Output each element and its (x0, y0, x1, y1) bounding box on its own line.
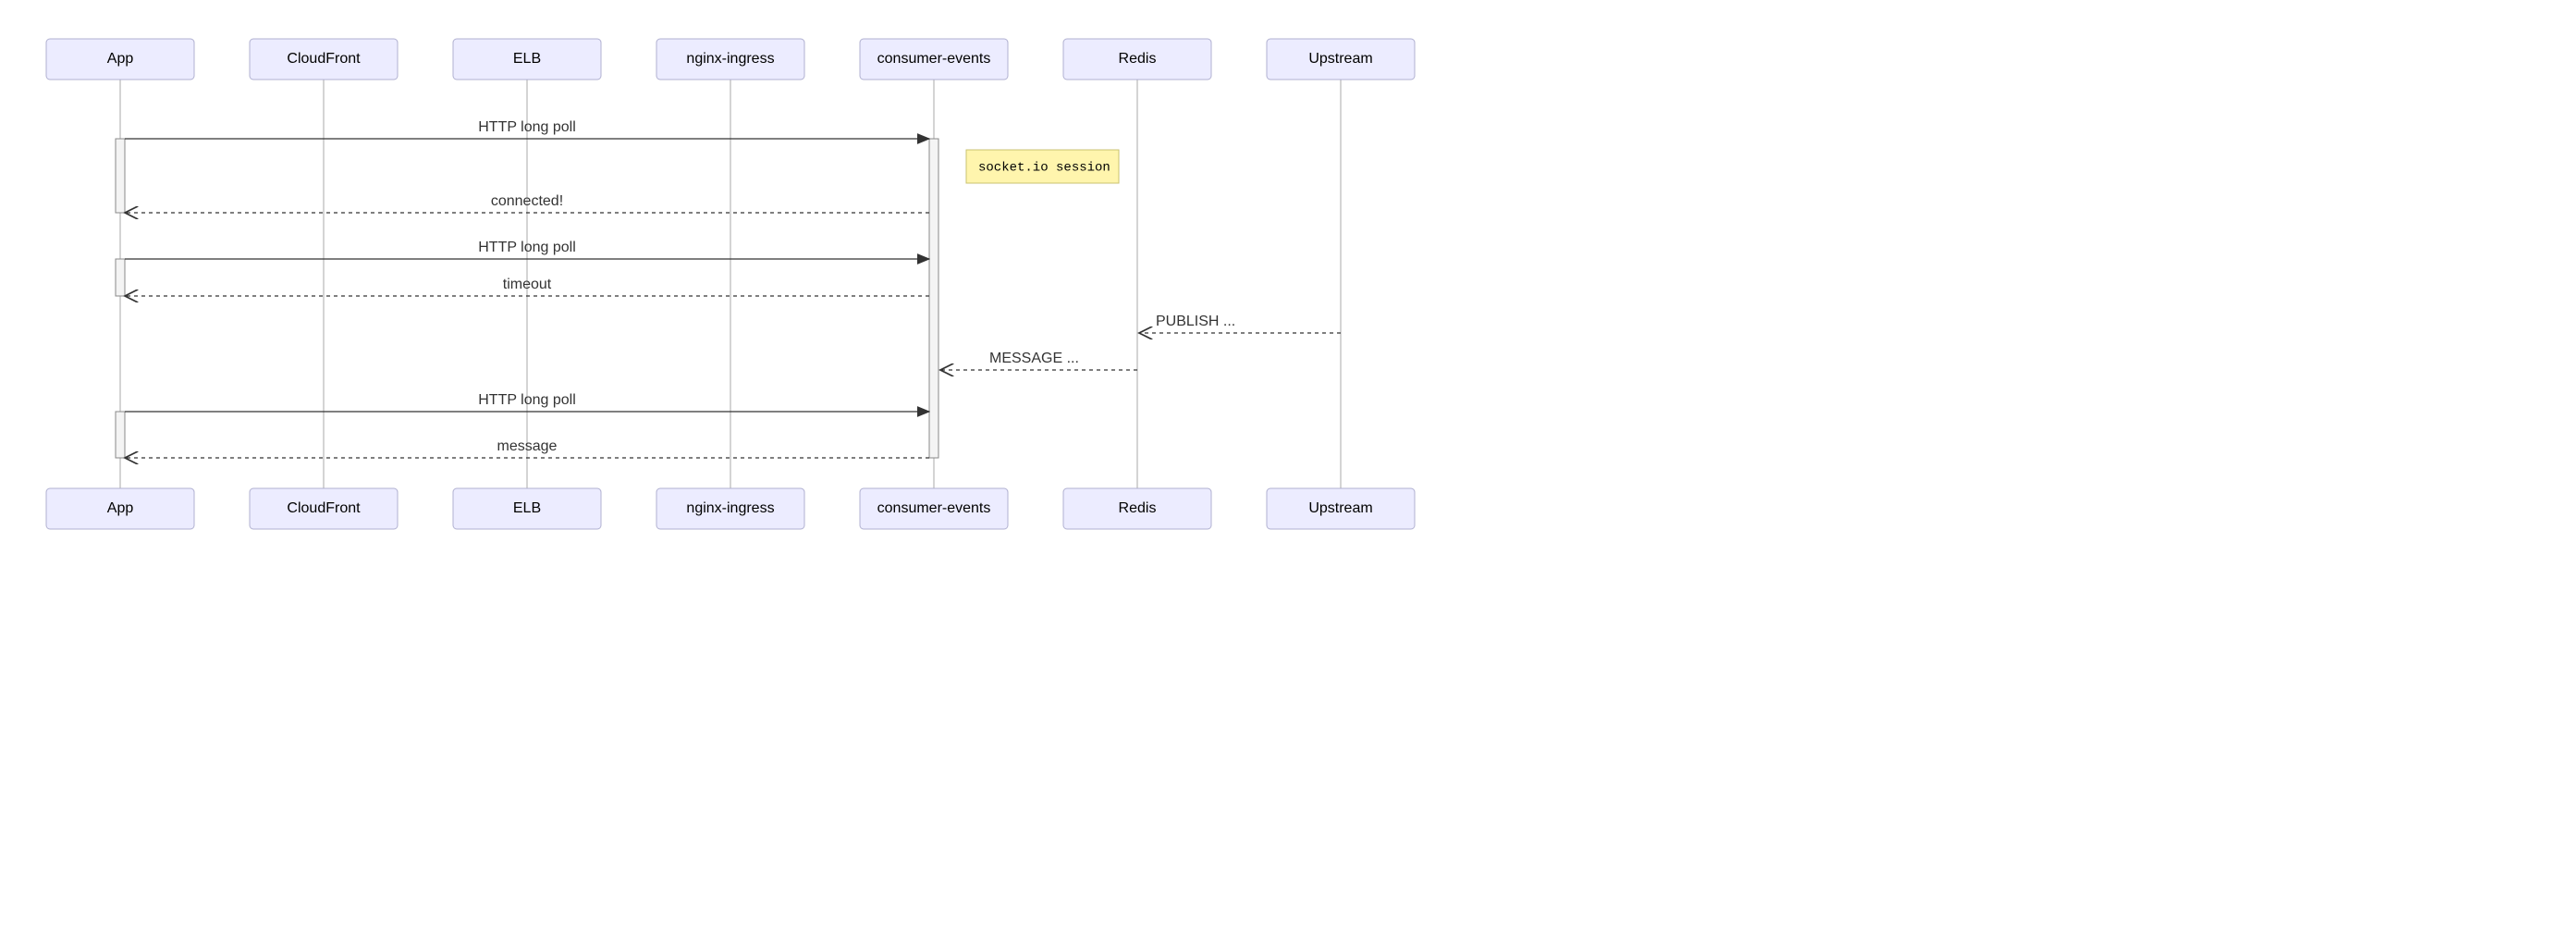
svg-text:CloudFront: CloudFront (287, 51, 361, 67)
svg-text:Redis: Redis (1119, 500, 1157, 516)
participant-box-top-nginx-ingress: nginx-ingress (656, 39, 804, 80)
participant-box-top-consumer-events: consumer-events (860, 39, 1008, 80)
participant-box-bottom-elb: ELB (453, 488, 601, 529)
svg-text:nginx-ingress: nginx-ingress (686, 51, 774, 67)
msg-label-4: timeout (503, 277, 552, 292)
svg-text:ELB: ELB (513, 500, 541, 516)
participant-box-bottom-nginx-ingress: nginx-ingress (656, 488, 804, 529)
msg-label-2: connected! (491, 193, 563, 209)
msg-label-5: PUBLISH ... (1156, 314, 1235, 329)
svg-text:Redis: Redis (1119, 51, 1157, 67)
msg-label-6: MESSAGE ... (989, 351, 1079, 366)
activation-app-3 (116, 412, 125, 458)
participant-box-bottom-app: App (46, 488, 194, 529)
svg-text:Upstream: Upstream (1308, 500, 1372, 516)
activation-consumer-events (929, 139, 938, 458)
participant-box-top-cloudfront: CloudFront (250, 39, 398, 80)
svg-text:nginx-ingress: nginx-ingress (686, 500, 774, 516)
participant-box-top-redis: Redis (1063, 39, 1211, 80)
msg-label-7: HTTP long poll (478, 392, 576, 408)
msg-label-1: HTTP long poll (478, 119, 576, 135)
msg-label-3: HTTP long poll (478, 240, 576, 255)
participant-box-top-app: App (46, 39, 194, 80)
note-socketio-session: socket.io session (966, 150, 1119, 183)
svg-text:consumer-events: consumer-events (877, 51, 991, 67)
participant-box-top-elb: ELB (453, 39, 601, 80)
activation-app-2 (116, 259, 125, 296)
sequence-diagram: App CloudFront ELB nginx-ingress consume… (18, 18, 1442, 546)
participant-box-bottom-consumer-events: consumer-events (860, 488, 1008, 529)
svg-text:socket.io session: socket.io session (978, 161, 1110, 176)
participant-box-top-upstream: Upstream (1267, 39, 1415, 80)
participant-box-bottom-cloudfront: CloudFront (250, 488, 398, 529)
svg-text:ELB: ELB (513, 51, 541, 67)
msg-label-8: message (497, 438, 558, 454)
svg-text:CloudFront: CloudFront (287, 500, 361, 516)
participant-box-bottom-redis: Redis (1063, 488, 1211, 529)
svg-text:App: App (107, 51, 134, 67)
svg-text:Upstream: Upstream (1308, 51, 1372, 67)
activation-app-1 (116, 139, 125, 213)
participant-box-bottom-upstream: Upstream (1267, 488, 1415, 529)
svg-text:consumer-events: consumer-events (877, 500, 991, 516)
svg-text:App: App (107, 500, 134, 516)
